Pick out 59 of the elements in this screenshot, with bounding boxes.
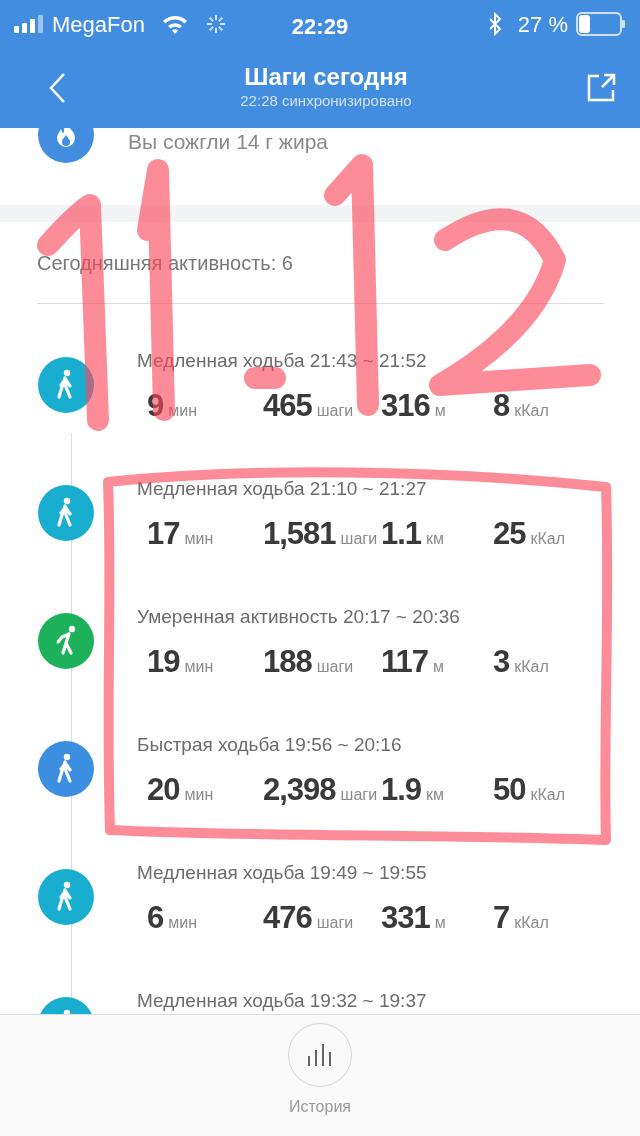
activity-title: Медленная ходьба 19:32 ~ 19:37: [137, 989, 427, 1013]
stat-unit: шаги: [316, 657, 354, 677]
stat-value: 2,398: [263, 771, 336, 809]
sync-status: 22:28 синхронизировано: [240, 90, 412, 111]
stat-value: 465: [263, 387, 312, 425]
stat-value: 1.9: [381, 771, 422, 809]
activity-title: Умеренная активность 20:17 ~ 20:36: [137, 605, 460, 629]
stat-unit: мин: [168, 913, 198, 933]
stat-value: 476: [263, 899, 312, 937]
screen-title: Шаги сегодня: [244, 63, 408, 90]
stat-value: 7: [493, 899, 510, 937]
stat-unit: шаги: [340, 785, 378, 805]
stat-value: 331: [381, 899, 430, 937]
stat-value: 17: [147, 515, 180, 553]
stat-unit: шаги: [340, 529, 378, 549]
stat-unit: мин: [184, 529, 214, 549]
activity-title: Медленная ходьба 21:10 ~ 21:27: [137, 477, 427, 501]
battery-icon: [576, 12, 626, 36]
bluetooth-icon: [487, 12, 502, 36]
stat-unit: шаги: [316, 401, 354, 421]
stat-unit: шаги: [316, 913, 354, 933]
stat-value: 6: [147, 899, 164, 937]
stat-unit: кКал: [530, 785, 566, 805]
stat-value: 316: [381, 387, 430, 425]
back-icon: [48, 72, 66, 104]
history-label: История: [288, 1097, 351, 1117]
stat-unit: м: [433, 657, 444, 677]
carrier-name: MegaFon: [52, 10, 145, 39]
stat-unit: кКал: [514, 401, 549, 421]
stat-unit: м: [434, 913, 446, 933]
stat-value: 25: [493, 515, 526, 553]
share-button[interactable]: [586, 73, 616, 103]
stat-value: 1,581: [263, 515, 336, 553]
loading-spinner-icon: [204, 13, 227, 35]
stat-unit: км: [426, 529, 445, 549]
stat-unit: кКал: [514, 657, 549, 677]
fat-burned-text: Вы сожгли 14 г жира: [128, 129, 328, 155]
stat-unit: кКал: [530, 529, 566, 549]
stat-unit: мин: [184, 785, 214, 805]
signal-icon: [14, 15, 44, 33]
bar-chart-icon: [307, 1042, 333, 1068]
stat-value: 20: [147, 771, 180, 809]
stat-value: 3: [493, 643, 510, 681]
stat-unit: мин: [184, 657, 214, 677]
share-icon: [586, 73, 616, 103]
stat-value: 19: [147, 643, 180, 681]
activity-title: Медленная ходьба 19:49 ~ 19:55: [137, 861, 427, 885]
battery-percent: 27 %: [517, 10, 568, 39]
stat-unit: км: [426, 785, 445, 805]
stat-unit: кКал: [514, 913, 549, 933]
back-button[interactable]: [48, 72, 66, 104]
status-time: 22:29: [291, 13, 349, 41]
stat-value: 8: [493, 387, 510, 425]
stat-value: 117: [381, 643, 428, 681]
stat-value: 1.1: [381, 515, 422, 553]
activity-title: Быстрая ходьба 19:56 ~ 20:16: [137, 733, 402, 757]
stat-value: 188: [263, 643, 312, 681]
stat-unit: м: [434, 401, 446, 421]
stat-value: 50: [493, 771, 526, 809]
